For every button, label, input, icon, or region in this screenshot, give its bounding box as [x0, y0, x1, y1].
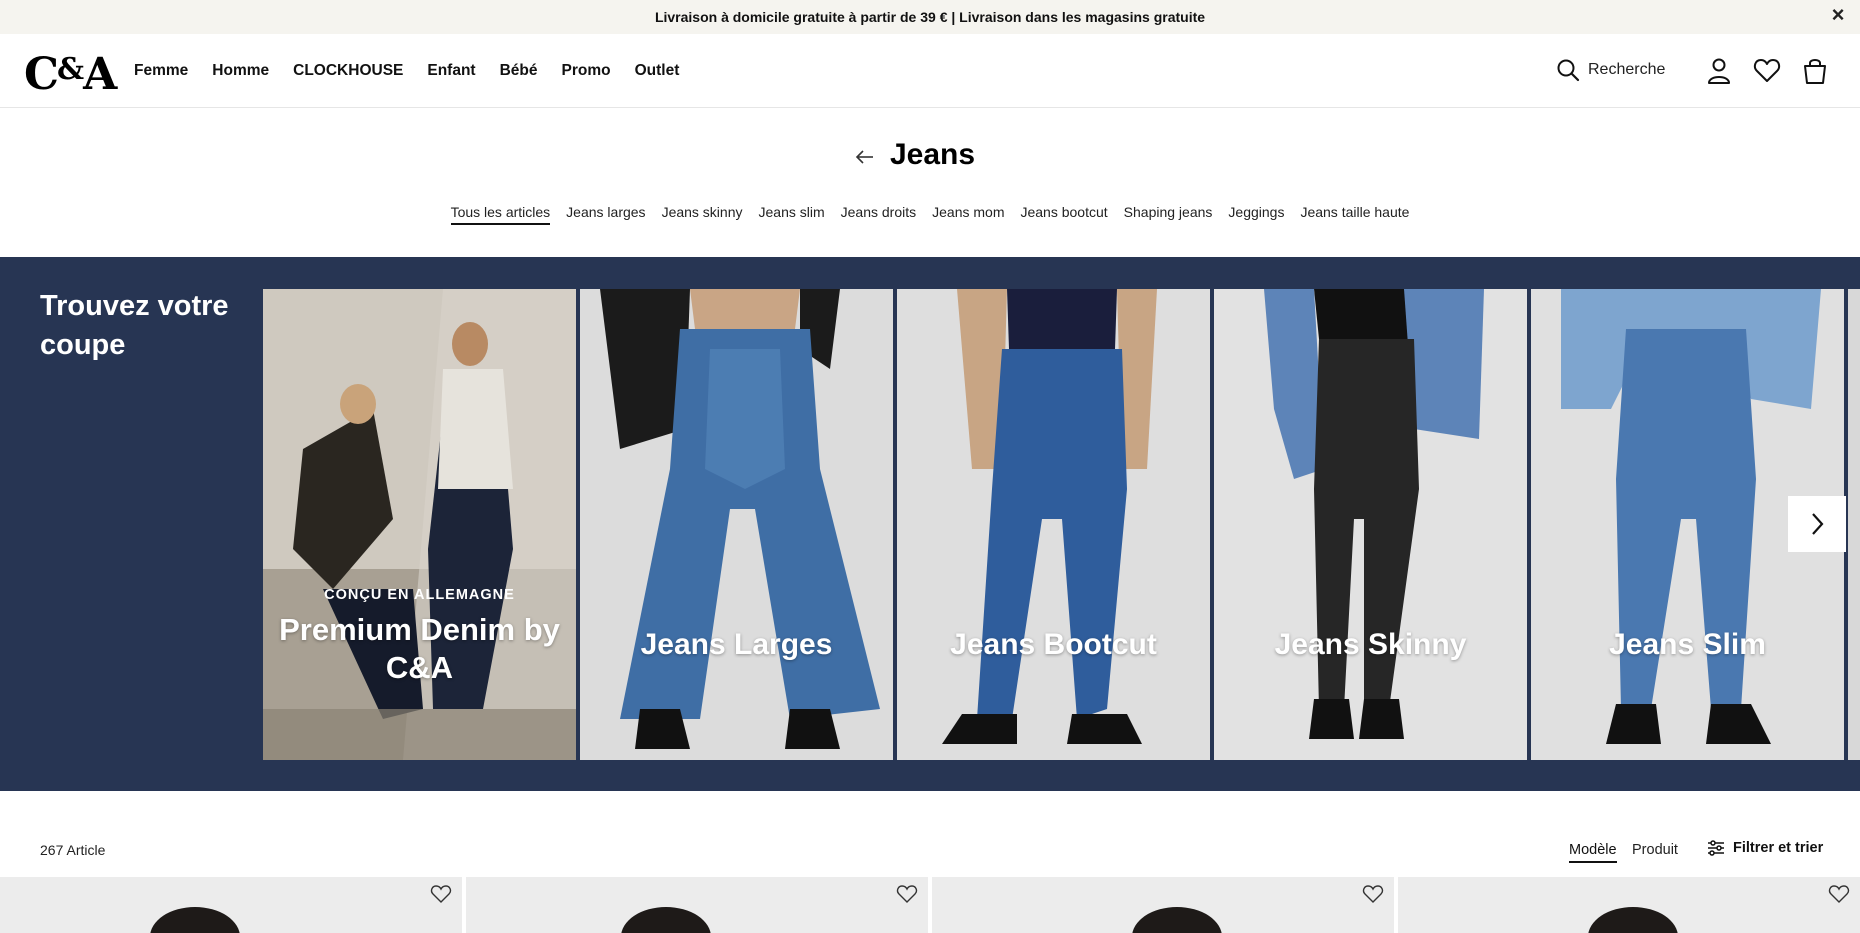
chevron-right-icon	[1812, 513, 1824, 535]
carousel-card-partial	[1848, 289, 1860, 760]
page: Livraison à domicile gratuite à partir d…	[0, 0, 1860, 933]
results-count: 267 Article	[40, 842, 106, 858]
view-toggle-product[interactable]: Produit	[1632, 842, 1678, 858]
view-toggle-model[interactable]: Modèle	[1569, 842, 1617, 863]
nav-item-enfant[interactable]: Enfant	[427, 62, 475, 80]
subcat-jeans-droits[interactable]: Jeans droits	[841, 204, 916, 225]
heart-outline-icon[interactable]	[1362, 883, 1384, 905]
premium-denim-image	[263, 289, 576, 760]
close-icon[interactable]: ×	[1826, 4, 1850, 28]
category-header: Jeans	[0, 138, 1860, 178]
product-tile[interactable]	[466, 877, 928, 933]
nav-item-bebe[interactable]: Bébé	[500, 62, 538, 80]
jeans-larges-image	[580, 289, 893, 760]
heart-outline-icon[interactable]	[430, 883, 452, 905]
search-label: Recherche	[1588, 61, 1666, 78]
heart-icon[interactable]	[1752, 56, 1782, 86]
nav-item-clockhouse[interactable]: CLOCKHOUSE	[293, 62, 403, 80]
jeans-skinny-image	[1214, 289, 1527, 760]
product-image	[1132, 907, 1222, 933]
nav-item-promo[interactable]: Promo	[562, 62, 611, 80]
subcat-shaping-jeans[interactable]: Shaping jeans	[1124, 204, 1213, 225]
search-button[interactable]: Recherche	[1556, 58, 1665, 82]
carousel-card-jeans-bootcut[interactable]: Jeans Bootcut	[897, 289, 1210, 760]
user-icon[interactable]	[1704, 56, 1734, 86]
card-label: Jeans Larges	[640, 628, 833, 661]
page-title: Jeans	[890, 138, 976, 171]
subcategory-nav: Tous les articles Jeans larges Jeans ski…	[0, 204, 1860, 225]
product-tile[interactable]	[1398, 877, 1860, 933]
bag-icon[interactable]	[1800, 56, 1830, 86]
product-image	[1588, 907, 1678, 933]
card-label: Jeans Slim	[1609, 628, 1766, 661]
carousel-next-button[interactable]	[1788, 496, 1846, 552]
subcat-jeans-mom[interactable]: Jeans mom	[932, 204, 1004, 225]
search-icon	[1557, 59, 1580, 82]
card-label: Jeans Skinny	[1274, 628, 1467, 661]
carousel-card-premium-denim[interactable]: CONÇU EN ALLEMAGNE Premium Denim by C&A	[263, 289, 576, 760]
nav-item-outlet[interactable]: Outlet	[635, 62, 680, 80]
main-nav: Femme Homme CLOCKHOUSE Enfant Bébé Promo…	[134, 34, 703, 108]
promo-text: Livraison à domicile gratuite à partir d…	[654, 9, 1206, 25]
subcat-jeans-slim[interactable]: Jeans slim	[759, 204, 825, 225]
promo-bar: Livraison à domicile gratuite à partir d…	[0, 0, 1860, 34]
product-image	[150, 907, 240, 933]
subcat-jeans-taille-haute[interactable]: Jeans taille haute	[1300, 204, 1409, 225]
fit-carousel: Trouvez votre coupe CONÇU EN ALLEMAGNE P…	[0, 257, 1860, 791]
nav-item-femme[interactable]: Femme	[134, 62, 188, 80]
subcat-jeans-bootcut[interactable]: Jeans bootcut	[1020, 204, 1107, 225]
product-image	[621, 907, 711, 933]
subcat-jeggings[interactable]: Jeggings	[1228, 204, 1284, 225]
carousel-card-jeans-larges[interactable]: Jeans Larges	[580, 289, 893, 760]
card-kicker: CONÇU EN ALLEMAGNE	[324, 587, 515, 603]
product-tile[interactable]	[932, 877, 1394, 933]
jeans-bootcut-image	[897, 289, 1210, 760]
card-label: Jeans Bootcut	[950, 628, 1157, 661]
site-header: C&A Femme Homme CLOCKHOUSE Enfant Bébé P…	[0, 34, 1860, 108]
logo[interactable]: C&A	[24, 48, 117, 97]
filter-label: Filtrer et trier	[1733, 840, 1824, 856]
product-tile[interactable]	[0, 877, 462, 933]
sliders-icon	[1708, 840, 1724, 856]
subcat-tous-les-articles[interactable]: Tous les articles	[450, 204, 551, 225]
carousel-card-jeans-skinny[interactable]: Jeans Skinny	[1214, 289, 1527, 760]
heart-outline-icon[interactable]	[1828, 883, 1850, 905]
product-grid	[0, 877, 1860, 933]
carousel-title: Trouvez votre coupe	[40, 290, 229, 361]
arrow-left-icon[interactable]	[854, 142, 876, 172]
subcat-jeans-larges[interactable]: Jeans larges	[566, 204, 645, 225]
heart-outline-icon[interactable]	[896, 883, 918, 905]
nav-item-homme[interactable]: Homme	[212, 62, 269, 80]
filter-sort-button[interactable]: Filtrer et trier	[1707, 840, 1823, 856]
card-label: Premium Denim by C&A	[279, 612, 560, 685]
subcat-jeans-skinny[interactable]: Jeans skinny	[662, 204, 743, 225]
